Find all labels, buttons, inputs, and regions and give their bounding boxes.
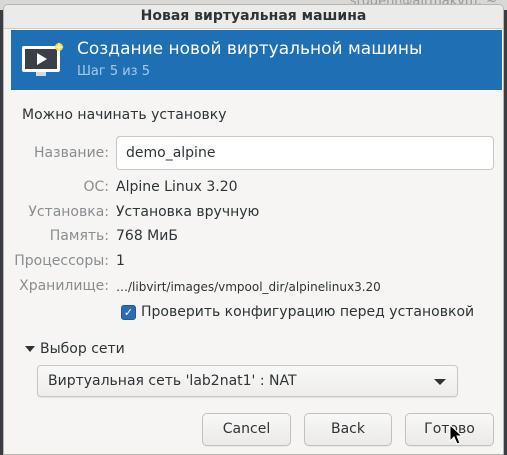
network-expander-label[interactable]: Выбор сети	[40, 341, 125, 357]
os-label: ОС:	[83, 179, 109, 195]
memory-value: 768 МиБ	[116, 228, 178, 244]
network-expander[interactable]: Выбор сети	[25, 341, 125, 357]
back-button[interactable]: Back	[304, 413, 392, 446]
storage-value: …/libvirt/images/vmpool_dir/alpinelinux3…	[116, 280, 381, 294]
verify-config-checkbox[interactable]: ✓	[121, 304, 136, 320]
expander-arrow-icon	[25, 346, 35, 352]
vm-name-input[interactable]: demo_alpine	[116, 136, 494, 170]
name-label: Название:	[34, 145, 109, 161]
banner-step: Шаг 5 из 5	[77, 64, 150, 79]
verify-config-option[interactable]: ✓ Проверить конфигурацию перед установко…	[121, 304, 474, 320]
cancel-button[interactable]: Cancel	[202, 413, 291, 446]
cpu-label: Процессоры:	[14, 253, 109, 269]
dialog-titlebar: Новая виртуальная машина	[4, 5, 503, 29]
monitor-play-icon	[22, 42, 64, 76]
network-select-value: Виртуальная сеть 'lab2nat1' : NAT	[48, 373, 297, 389]
chevron-down-icon	[434, 379, 446, 385]
install-label: Установка:	[28, 204, 109, 220]
cpu-value: 1	[116, 253, 125, 269]
ready-heading: Можно начинать установку	[22, 107, 227, 123]
storage-label: Хранилище:	[19, 278, 109, 294]
install-value: Установка вручную	[116, 204, 260, 220]
mouse-cursor-icon	[449, 424, 464, 445]
memory-label: Память:	[49, 228, 109, 244]
verify-config-label[interactable]: Проверить конфигурацию перед установкой	[141, 304, 474, 320]
summary-panel: Можно начинать установку Название: demo_…	[11, 92, 502, 454]
network-select[interactable]: Виртуальная сеть 'lab2nat1' : NAT	[37, 365, 458, 397]
new-vm-dialog: Новая виртуальная машина Создание новой …	[3, 4, 504, 455]
banner-title: Создание новой виртуальной машины	[77, 39, 423, 59]
os-value: Alpine Linux 3.20	[116, 179, 238, 195]
wizard-banner: Создание новой виртуальной машины Шаг 5 …	[11, 30, 502, 90]
